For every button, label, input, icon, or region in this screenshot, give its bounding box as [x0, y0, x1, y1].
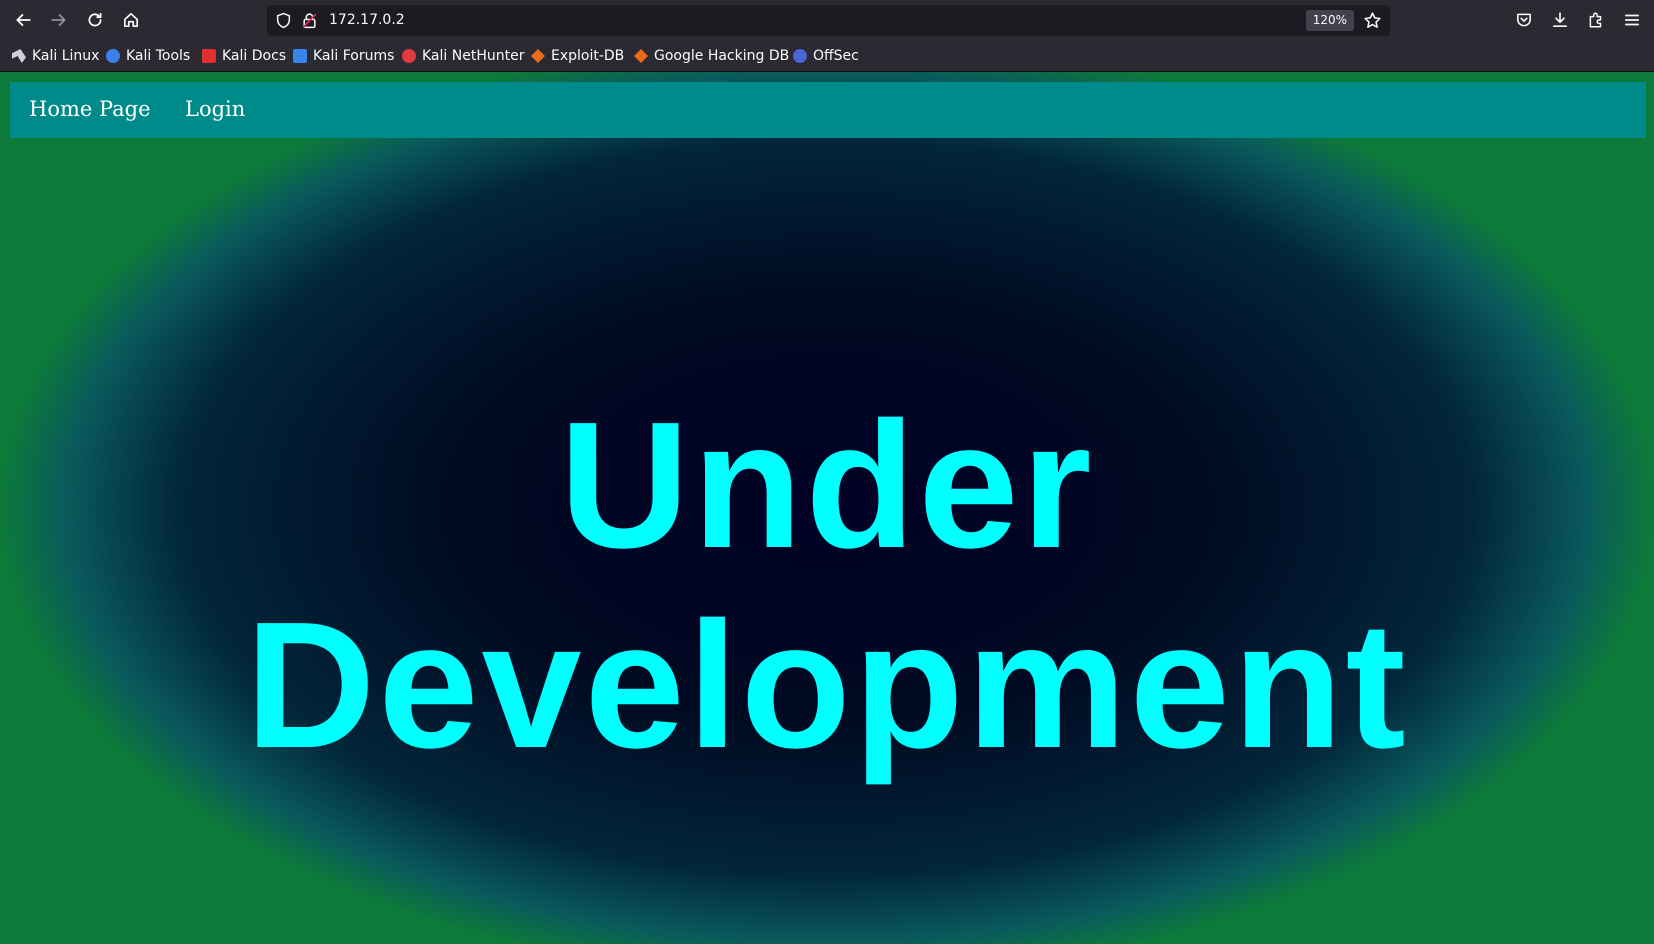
shield-icon[interactable]	[275, 12, 292, 29]
bookmark-kali-nethunter[interactable]: Kali NetHunter	[402, 46, 524, 66]
pocket-icon	[1517, 13, 1531, 27]
bookmark-offsec[interactable]: OffSec	[793, 46, 859, 66]
pocket-button[interactable]	[1510, 6, 1538, 34]
bookmark-label: Kali NetHunter	[422, 48, 525, 64]
bookmark-label: Google Hacking DB	[654, 48, 790, 64]
url-text[interactable]: 172.17.0.2	[329, 11, 405, 30]
bookmark-label: Kali Forums	[313, 48, 395, 64]
headline-line-2: Development	[245, 585, 1409, 786]
arrow-right-icon	[51, 14, 66, 26]
kali-forums-icon	[293, 49, 307, 63]
bookmark-label: Exploit-DB	[551, 48, 625, 64]
nethunter-icon	[402, 49, 416, 63]
puzzle-icon	[1589, 12, 1602, 28]
exploit-db-icon	[531, 49, 545, 63]
kali-docs-icon	[202, 49, 216, 63]
home-button[interactable]	[117, 6, 145, 34]
home-icon	[123, 12, 139, 28]
back-button[interactable]	[9, 6, 37, 34]
reload-button[interactable]	[81, 6, 109, 34]
reload-icon	[88, 12, 102, 27]
ghdb-icon	[634, 49, 648, 63]
zoom-level-badge[interactable]: 120%	[1305, 10, 1354, 31]
bookmark-kali-forums[interactable]: Kali Forums	[293, 46, 394, 66]
bookmark-exploit-db[interactable]: Exploit-DB	[531, 46, 624, 66]
url-bar[interactable]: 172.17.0.2 120%	[267, 5, 1390, 36]
offsec-icon	[793, 49, 807, 63]
downloads-button[interactable]	[1546, 6, 1574, 34]
browser-toolbar: 172.17.0.2 120%	[0, 0, 1654, 40]
bookmark-label: Kali Tools	[126, 48, 191, 64]
hamburger-menu-icon	[1624, 14, 1640, 26]
page-viewport: Home Page Login Under Development	[0, 72, 1654, 944]
nav-login-link[interactable]: Login	[185, 96, 245, 122]
nav-home-link[interactable]: Home Page	[29, 96, 151, 122]
bookmarks-toolbar: Kali Linux Kali Tools Kali Docs Kali For…	[0, 40, 1654, 72]
kali-dragon-icon	[12, 49, 26, 63]
kali-tools-icon	[106, 49, 120, 63]
extensions-button[interactable]	[1582, 6, 1610, 34]
forward-button[interactable]	[45, 6, 73, 34]
bookmark-label: Kali Linux	[32, 48, 100, 64]
bookmark-google-hacking-db[interactable]: Google Hacking DB	[634, 46, 789, 66]
insecure-lock-icon[interactable]	[301, 12, 318, 29]
bookmark-kali-linux[interactable]: Kali Linux	[12, 46, 99, 66]
menu-button[interactable]	[1618, 6, 1646, 34]
bookmark-kali-docs[interactable]: Kali Docs	[202, 46, 286, 66]
headline-line-1: Under	[559, 385, 1095, 586]
bookmark-star-icon[interactable]	[1363, 11, 1382, 30]
bookmark-kali-tools[interactable]: Kali Tools	[106, 46, 190, 66]
download-icon	[1552, 12, 1568, 28]
arrow-left-icon	[16, 14, 31, 26]
bookmark-label: OffSec	[813, 48, 859, 64]
bookmark-label: Kali Docs	[222, 48, 287, 64]
site-navbar: Home Page Login	[10, 82, 1646, 138]
